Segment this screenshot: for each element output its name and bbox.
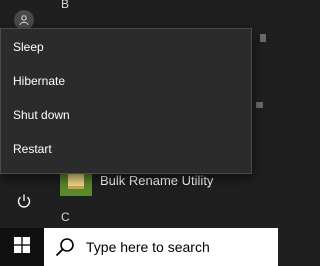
power-option-restart[interactable]: Restart: [1, 132, 251, 166]
start-button[interactable]: [0, 228, 44, 266]
taskbar: Type here to search: [0, 228, 278, 266]
search-box[interactable]: Type here to search: [44, 228, 278, 266]
covered-app-fragment: [260, 34, 266, 42]
search-input[interactable]: Type here to search: [86, 239, 210, 255]
app-label: Bulk Rename Utility: [100, 172, 214, 188]
user-avatar-icon: [14, 10, 34, 30]
power-option-shut-down[interactable]: Shut down: [1, 98, 251, 132]
power-icon: [16, 193, 32, 214]
power-flyout-menu: Sleep Hibernate Shut down Restart: [0, 28, 252, 174]
search-icon: [54, 236, 76, 258]
section-letter-b[interactable]: B: [61, 0, 69, 11]
windows-logo-icon: [14, 236, 30, 258]
power-option-sleep[interactable]: Sleep: [1, 30, 251, 64]
section-letter-c[interactable]: C: [61, 210, 70, 224]
power-option-hibernate[interactable]: Hibernate: [1, 64, 251, 98]
covered-app-fragment: [256, 102, 263, 108]
power-button[interactable]: [0, 183, 48, 223]
